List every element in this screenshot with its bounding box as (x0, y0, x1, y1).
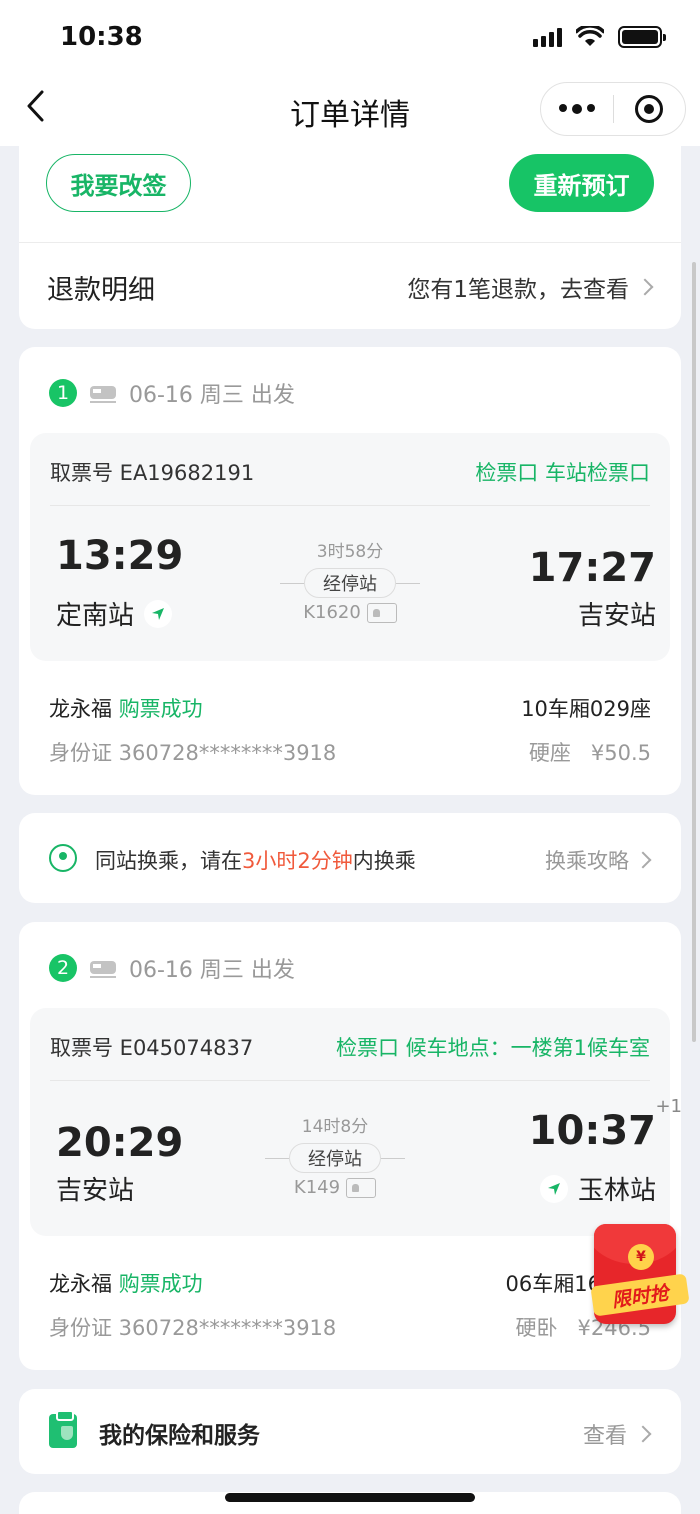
arrival-time: 17:27 (528, 545, 656, 591)
navigate-icon[interactable] (144, 599, 173, 628)
trip-index-badge: 1 (49, 379, 77, 407)
arrival-time: 10:37 (528, 1108, 656, 1154)
insurance-view-link[interactable]: 查看 (582, 1418, 652, 1450)
arrival-station-name: 吉安站 (577, 601, 656, 631)
departure-station-name: 定南站 (56, 601, 135, 631)
location-icon (49, 844, 77, 872)
insurance-label: 我的保险和服务 (99, 1423, 260, 1449)
departure-time: 20:29 (56, 1120, 184, 1166)
scrollbar[interactable] (692, 262, 696, 1042)
trip-middle-info: 3时58分 经停站 K1620 (275, 537, 425, 623)
seat-type-price: 硬座 ¥50.5 (528, 741, 651, 765)
train-icon (90, 961, 116, 978)
chevron-right-icon (634, 1425, 652, 1443)
chevron-right-icon (634, 851, 652, 869)
status-icons (533, 26, 666, 48)
trip-card-1: 1 06-16 周三 出发 取票号 EA19682191 检票口 车站检票口 1… (19, 347, 681, 795)
transfer-card: 同站换乘，请在3小时2分钟内换乘 换乘攻略 (19, 813, 681, 903)
passenger-name: 龙永福 (49, 697, 112, 721)
seat-info: 10车厢029座 (521, 697, 651, 721)
refund-detail-label: 退款明细 (47, 275, 155, 306)
clipboard-icon (49, 1410, 77, 1448)
insurance-view-text: 查看 (582, 1424, 627, 1449)
passenger-info: 龙永福 购票成功 (49, 693, 203, 723)
signal-icon (533, 27, 562, 47)
id-card-icon (346, 1177, 377, 1198)
trip-duration: 3时58分 (316, 542, 384, 562)
departure-time: 13:29 (56, 533, 184, 579)
mini-program-capsule (540, 82, 686, 136)
transfer-prefix: 同站换乘，请在 (95, 849, 242, 873)
arrival-station-name: 玉林站 (577, 1176, 656, 1206)
ticket-status: 购票成功 (118, 1272, 203, 1296)
train-number-text: K149 (293, 1177, 341, 1198)
divider (19, 242, 681, 243)
chevron-right-icon (636, 278, 654, 296)
navigate-icon[interactable] (539, 1174, 568, 1203)
stops-button[interactable]: 经停站 (265, 1143, 405, 1173)
departure-station-name: 吉安站 (56, 1176, 135, 1206)
trip-date: 06-16 周三 出发 (129, 958, 295, 983)
id-card-icon (366, 602, 397, 623)
trip-header: 2 06-16 周三 出发 (49, 952, 295, 984)
home-indicator[interactable] (225, 1493, 475, 1502)
ticket-gate: 检票口 候车地点：一楼第1候车室 (335, 1036, 650, 1060)
divider (50, 1080, 650, 1081)
ticket-panel[interactable]: 取票号 EA19682191 检票口 车站检票口 13:29 定南站 3时58分… (30, 433, 670, 661)
ticket-number: 取票号 EA19682191 (50, 461, 255, 485)
arrival-station: 玉林站 (539, 1170, 656, 1207)
train-number: K1620 (275, 602, 425, 623)
passenger-name: 龙永福 (49, 1272, 112, 1296)
wifi-icon (576, 26, 604, 46)
transfer-guide-text: 换乘攻略 (545, 849, 629, 873)
train-number: K149 (260, 1177, 410, 1198)
trip-header: 1 06-16 周三 出发 (49, 377, 295, 409)
trip-date: 06-16 周三 出发 (129, 383, 295, 408)
change-ticket-button[interactable]: 我要改签 (46, 154, 191, 212)
order-actions-card: 我要改签 重新预订 退款明细 您有1笔退款，去查看 (19, 146, 681, 329)
status-bar: 10:38 (0, 0, 700, 74)
departure-station: 吉安站 (56, 1170, 134, 1207)
insurance-card[interactable]: 我的保险和服务 查看 (19, 1389, 681, 1474)
navigation-bar: 订单详情 (0, 74, 700, 146)
trip-duration: 14时8分 (301, 1117, 369, 1137)
red-packet-promo[interactable]: ¥ 限时抢 (582, 1222, 690, 1332)
refund-link-text: 您有1笔退款，去查看 (407, 277, 629, 303)
train-number-text: K1620 (303, 602, 361, 623)
trip-index-badge: 2 (49, 954, 77, 982)
stops-button[interactable]: 经停站 (280, 568, 420, 598)
arrival-station: 吉安站 (578, 595, 656, 632)
transfer-time: 3小时2分钟 (242, 849, 353, 873)
id-card-number: 身份证 360728********3918 (49, 741, 337, 765)
arrival-day-offset: +1 (655, 1096, 682, 1117)
refund-detail-link[interactable]: 您有1笔退款，去查看 (407, 270, 654, 304)
close-mini-program-button[interactable] (614, 95, 686, 123)
transfer-notice: 同站换乘，请在3小时2分钟内换乘 (95, 845, 416, 875)
ticket-number: 取票号 E045074837 (50, 1036, 254, 1060)
ticket-panel[interactable]: 取票号 E045074837 检票口 候车地点：一楼第1候车室 20:29 吉安… (30, 1008, 682, 1236)
departure-station: 定南站 (56, 595, 173, 632)
transfer-suffix: 内换乘 (352, 849, 416, 873)
passenger-info: 龙永福 购票成功 (49, 1268, 203, 1298)
id-card-number: 身份证 360728********3918 (49, 1316, 337, 1340)
trip-middle-info: 14时8分 经停站 K149 (260, 1112, 410, 1198)
more-icon[interactable] (541, 104, 613, 114)
coin-icon: ¥ (628, 1244, 654, 1270)
train-icon (90, 386, 116, 403)
rebook-button[interactable]: 重新预订 (509, 154, 654, 212)
ticket-status: 购票成功 (118, 697, 203, 721)
target-icon (635, 95, 664, 123)
divider (50, 505, 650, 506)
ticket-gate: 检票口 车站检票口 (475, 461, 650, 485)
status-time: 10:38 (60, 22, 143, 52)
battery-icon (618, 26, 666, 48)
transfer-guide-link[interactable]: 换乘攻略 (545, 845, 652, 875)
